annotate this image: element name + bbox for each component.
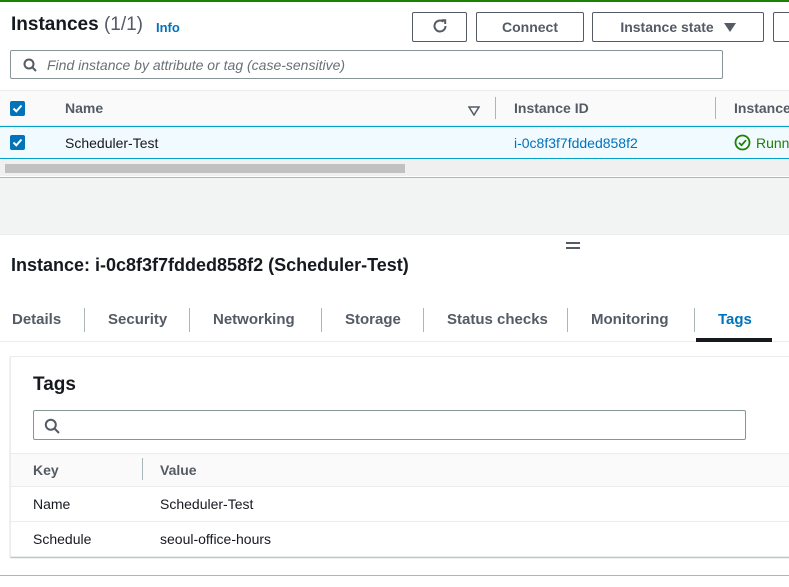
tab-separator	[84, 308, 85, 332]
tags-panel-title: Tags	[33, 374, 76, 395]
tab-storage[interactable]: Storage	[345, 311, 401, 328]
checkbox-checked-icon	[12, 138, 23, 147]
tags-search-input[interactable]	[33, 410, 746, 440]
tab-separator	[189, 308, 190, 332]
page-title-text: Instances	[11, 14, 99, 35]
tab-tags[interactable]: Tags	[718, 311, 752, 328]
running-status-icon	[734, 134, 751, 151]
tag-value: Scheduler-Test	[160, 496, 254, 512]
tab-separator	[567, 308, 568, 332]
active-tab-indicator	[696, 338, 772, 342]
drag-handle-icon[interactable]	[566, 242, 580, 252]
instance-state-label: Instance state	[620, 19, 714, 35]
tag-key: Schedule	[33, 531, 92, 547]
tab-monitoring[interactable]: Monitoring	[591, 311, 668, 328]
connect-button[interactable]: Connect	[476, 12, 584, 42]
tab-separator	[423, 308, 424, 332]
bottom-divider	[0, 575, 789, 576]
detail-tabs: Details Security Networking Storage Stat…	[0, 300, 789, 342]
search-icon	[23, 58, 37, 72]
page-title: Instances (1/1)	[11, 14, 143, 36]
tag-value: seoul-office-hours	[160, 531, 272, 547]
top-accent-line	[0, 0, 789, 2]
table-row: Schedule seoul-office-hours	[11, 522, 789, 557]
column-divider[interactable]	[142, 458, 143, 480]
column-header-key[interactable]: Key	[33, 462, 59, 478]
refresh-button[interactable]	[412, 12, 467, 42]
checkbox-checked-icon	[12, 104, 23, 113]
column-divider[interactable]	[495, 97, 496, 119]
column-header-instance-id[interactable]: Instance ID	[514, 100, 589, 116]
row-checkbox[interactable]	[10, 135, 25, 150]
instance-detail-title: Instance: i-0c8f3f7fdded858f2 (Scheduler…	[11, 255, 409, 275]
table-row[interactable]: Scheduler-Test i-0c8f3f7fdded858f2 Runn	[0, 126, 789, 159]
search-placeholder: Find instance by attribute or tag (case-…	[47, 57, 346, 73]
select-all-checkbox[interactable]	[10, 101, 25, 116]
tab-status-checks[interactable]: Status checks	[447, 311, 548, 328]
column-divider[interactable]	[715, 97, 716, 119]
column-header-instance-state[interactable]: Instance	[734, 100, 789, 116]
instance-state-text: Runn	[756, 134, 789, 151]
instance-id-link[interactable]: i-0c8f3f7fdded858f2	[514, 135, 638, 151]
horizontal-scrollbar[interactable]	[0, 160, 789, 176]
instance-search-input[interactable]: Find instance by attribute or tag (case-…	[10, 50, 723, 79]
table-row: Name Scheduler-Test	[11, 487, 789, 522]
sort-icon[interactable]	[467, 103, 481, 121]
split-panel-gap	[0, 178, 789, 235]
refresh-icon	[431, 17, 449, 38]
tab-separator	[321, 308, 322, 332]
instances-table-header: Name Instance ID Instance	[0, 90, 789, 126]
search-icon	[44, 418, 60, 434]
more-actions-button[interactable]	[773, 12, 789, 42]
instance-state-cell: Runn	[734, 134, 789, 151]
caret-down-icon	[723, 22, 736, 32]
instance-state-dropdown[interactable]: Instance state	[592, 12, 764, 42]
instance-name-cell: Scheduler-Test	[65, 135, 159, 151]
column-header-name[interactable]: Name	[65, 100, 103, 116]
tab-separator	[694, 308, 695, 332]
scrollbar-thumb[interactable]	[5, 164, 405, 173]
tag-key: Name	[33, 496, 71, 512]
info-link[interactable]: Info	[156, 20, 180, 35]
tab-networking[interactable]: Networking	[213, 311, 295, 328]
tags-table-header: Key Value	[11, 453, 789, 487]
tab-details[interactable]: Details	[12, 311, 61, 328]
tab-security[interactable]: Security	[108, 311, 167, 328]
column-header-value[interactable]: Value	[160, 462, 197, 478]
instance-count: (1/1)	[103, 14, 144, 35]
